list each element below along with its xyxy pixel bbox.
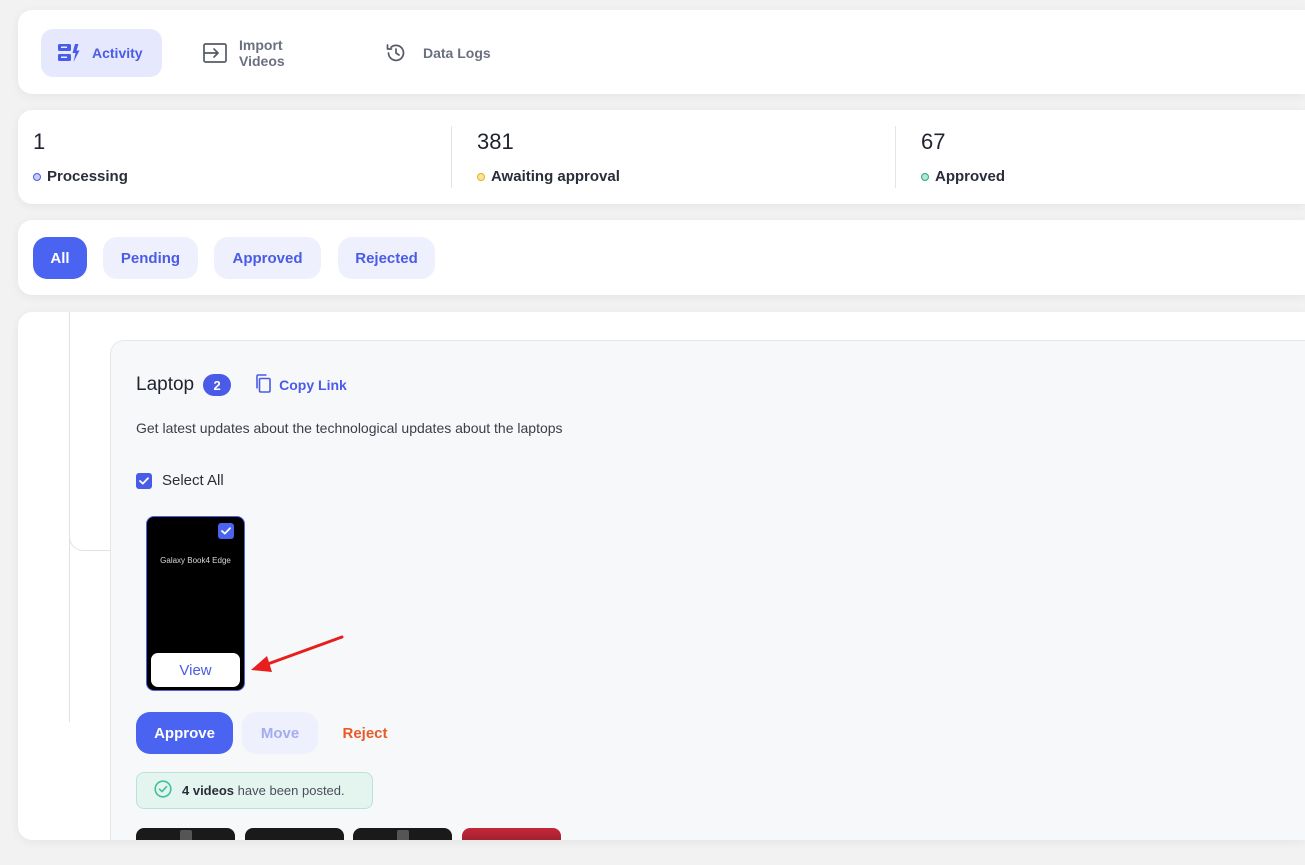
nav-tab-label: Data Logs bbox=[423, 45, 491, 61]
copy-icon bbox=[255, 374, 271, 396]
stat-label: Processing bbox=[47, 168, 128, 185]
thumbnail-figure-icon bbox=[180, 830, 192, 840]
posted-notice: 4 videos have been posted. bbox=[136, 772, 373, 809]
video-thumbnail[interactable] bbox=[136, 828, 235, 840]
nav-tab-activity[interactable]: Activity bbox=[41, 29, 162, 77]
nav-tab-data-logs[interactable]: Data Logs bbox=[368, 29, 508, 77]
stat-divider bbox=[451, 126, 452, 188]
filter-tab-approved[interactable]: Approved bbox=[214, 237, 321, 279]
top-nav: Activity Import Videos Data Logs bbox=[18, 10, 1305, 94]
stat-divider bbox=[895, 126, 896, 188]
import-icon bbox=[203, 43, 227, 63]
nav-tab-import-videos[interactable]: Import Videos bbox=[186, 29, 336, 77]
check-circle-icon bbox=[154, 780, 172, 801]
annotation-arrow-icon bbox=[251, 635, 344, 672]
move-button[interactable]: Move bbox=[242, 712, 318, 754]
filter-tab-pending[interactable]: Pending bbox=[103, 237, 198, 279]
stat-label: Approved bbox=[935, 168, 1006, 185]
filter-tab-all[interactable]: All bbox=[33, 237, 87, 279]
stat-label-row: Processing bbox=[33, 168, 128, 185]
video-thumbnail[interactable] bbox=[245, 828, 344, 840]
stat-value: 67 bbox=[921, 129, 946, 154]
thumbnail-figure-icon bbox=[397, 830, 409, 840]
reject-button[interactable]: Reject bbox=[333, 712, 397, 754]
stats-bar: 1 Processing 381 Awaiting approval 67 Ap… bbox=[18, 110, 1305, 204]
video-checkbox-icon[interactable] bbox=[218, 523, 234, 539]
video-card[interactable]: Galaxy Book4 Edge View bbox=[146, 516, 245, 691]
filter-tab-rejected[interactable]: Rejected bbox=[338, 237, 435, 279]
video-title: Galaxy Book4 Edge bbox=[160, 556, 231, 565]
tree-connector-elbow bbox=[69, 512, 112, 551]
group-description: Get latest updates about the technologic… bbox=[136, 420, 563, 436]
view-video-button[interactable]: View bbox=[151, 653, 240, 687]
stat-label: Awaiting approval bbox=[491, 168, 620, 185]
activity-icon bbox=[58, 44, 80, 62]
count-badge: 2 bbox=[203, 374, 232, 396]
stat-value: 1 bbox=[33, 129, 46, 154]
video-thumbnail[interactable] bbox=[462, 828, 561, 840]
notice-text: 4 videos have been posted. bbox=[182, 783, 345, 798]
status-dot-icon bbox=[477, 172, 485, 181]
stat-awaiting-approval: 381 Awaiting approval bbox=[462, 110, 894, 204]
copy-link-button[interactable]: Copy Link bbox=[255, 374, 347, 396]
nav-tab-label: Import Videos bbox=[239, 37, 285, 69]
stat-value: 381 bbox=[477, 129, 514, 154]
select-all-label: Select All bbox=[162, 472, 224, 489]
stat-processing: 1 Processing bbox=[18, 110, 450, 204]
history-icon bbox=[385, 42, 407, 64]
stat-label-row: Awaiting approval bbox=[477, 168, 620, 185]
video-thumbnail[interactable] bbox=[353, 828, 452, 840]
copy-link-label: Copy Link bbox=[279, 377, 347, 393]
stat-approved: 67 Approved bbox=[906, 110, 1305, 204]
filter-bar: All Pending Approved Rejected bbox=[18, 220, 1305, 295]
approve-button[interactable]: Approve bbox=[136, 712, 233, 754]
group-title: Laptop bbox=[136, 374, 195, 395]
checkbox-checked-icon bbox=[136, 472, 152, 489]
status-dot-icon bbox=[33, 172, 41, 181]
group-card: Laptop 2 Copy Link Get latest updates ab… bbox=[110, 340, 1305, 840]
group-header: Laptop 2 Copy Link bbox=[136, 374, 347, 396]
stat-label-row: Approved bbox=[921, 168, 1005, 185]
main-panel: Laptop 2 Copy Link Get latest updates ab… bbox=[18, 312, 1305, 840]
nav-tab-label: Activity bbox=[92, 45, 143, 61]
notice-count: 4 videos bbox=[182, 783, 235, 798]
status-dot-icon bbox=[921, 172, 929, 181]
notice-suffix: have been posted. bbox=[237, 783, 345, 798]
select-all-checkbox[interactable]: Select All bbox=[136, 472, 224, 489]
